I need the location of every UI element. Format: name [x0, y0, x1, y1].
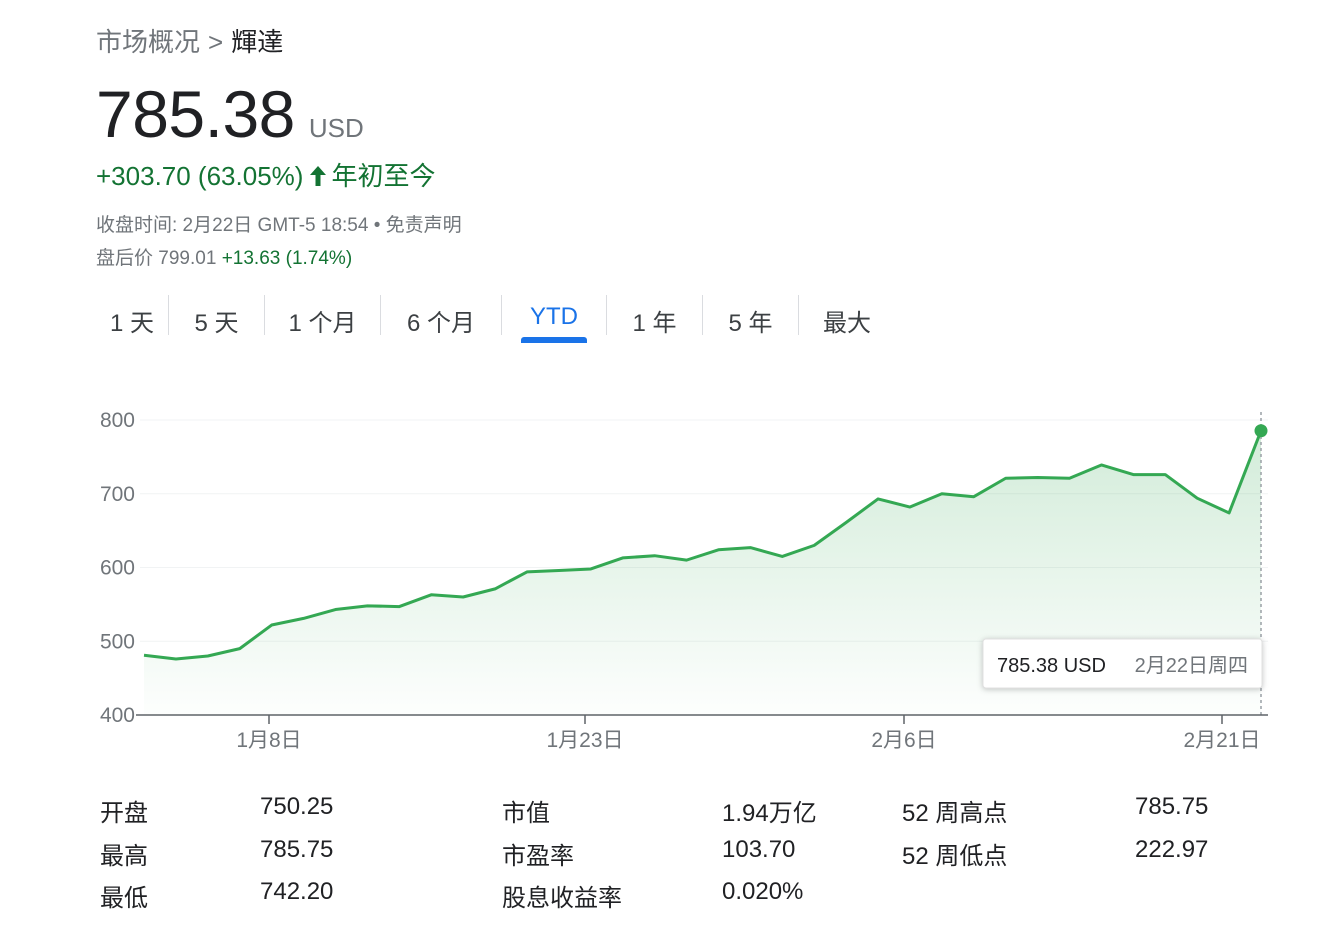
tab-range-0[interactable]: 1 天 [96, 295, 168, 338]
stat-value: 1.94万亿 [722, 800, 817, 827]
stat-label: 开盘 [100, 800, 148, 827]
currency-label: USD [308, 113, 364, 143]
price-chart: 400 500 600 700 800 1月8日 1月23日 2月6日 2月21日 785.38 … [100, 409, 1268, 752]
stat-label: 最低 [100, 885, 148, 912]
after-hours-price: 799.01 [158, 248, 217, 269]
tab-range-1[interactable]: 5 天 [169, 295, 264, 338]
close-time-line: 收盘时间: 2月22日 GMT-5 18:54 • 免责声明 [96, 210, 462, 237]
tab-range-5[interactable]: 1 年 [607, 295, 702, 338]
price-change: +303.70 (63.05%) 年初至今 [96, 156, 435, 194]
change-period: 年初至今 [331, 161, 436, 191]
breadcrumb: 市场概况 > 輝達 [96, 22, 283, 59]
tab-range-3[interactable]: 6 个月 [381, 295, 501, 338]
stat-value: 785.75 [260, 836, 334, 863]
y-tick-label: 500 [100, 630, 135, 653]
stat-value: 750.25 [260, 793, 334, 820]
breadcrumb-separator: > [208, 27, 224, 57]
y-tick-label: 600 [100, 557, 135, 580]
stat-value: 742.20 [260, 878, 334, 905]
close-time: 收盘时间: 2月22日 GMT-5 18:54 [96, 215, 369, 236]
y-tick-label: 800 [100, 409, 135, 432]
change-value: +303.70 (63.05%) [96, 161, 304, 191]
x-tick-label: 1月8日 [236, 729, 301, 752]
tooltip-date: 2月22日周四 [1135, 655, 1248, 677]
tab-range-2[interactable]: 1 个月 [265, 295, 380, 338]
x-tick-label: 2月6日 [871, 729, 936, 752]
x-tick-label: 2月21日 [1183, 729, 1260, 752]
stat-label: 52 周高点 [902, 800, 1008, 827]
range-tabs: 1 天5 天1 个月 6 个月 YTD 1 年5 年最大 [96, 295, 895, 345]
disclaimer-link[interactable]: 免责声明 [386, 215, 462, 236]
chart-tooltip: 785.38 USD 2月22日周四 [982, 638, 1263, 689]
stat-label: 52 周低点 [902, 843, 1008, 870]
stat-label: 市盈率 [502, 843, 574, 870]
stat-label: 市值 [502, 800, 550, 827]
stat-value: 785.75 [1135, 793, 1209, 820]
price-row: 785.38 USD [96, 76, 364, 152]
y-tick-label: 400 [100, 704, 135, 727]
tab-range-7[interactable]: 最大 [799, 295, 895, 338]
arrow-up-icon [309, 163, 327, 194]
meta-dot: • [373, 215, 381, 236]
stat-value: 222.97 [1135, 836, 1209, 863]
current-price: 785.38 [96, 77, 295, 151]
stat-label: 最高 [100, 843, 148, 870]
stat-value: 103.70 [722, 836, 796, 863]
stat-label: 股息收益率 [502, 885, 622, 912]
stat-value: 0.020% [722, 878, 804, 905]
tooltip-value: 785.38 USD [997, 655, 1106, 677]
tab-range-6[interactable]: 5 年 [703, 295, 798, 338]
breadcrumb-parent-link[interactable]: 市场概况 [96, 27, 200, 57]
y-tick-label: 700 [100, 483, 135, 506]
breadcrumb-current: 輝達 [231, 27, 284, 57]
x-tick-label: 1月23日 [546, 729, 623, 752]
last-price-point [1254, 424, 1268, 438]
after-hours-label: 盘后价 [96, 248, 154, 269]
tab-range-4[interactable]: YTD [502, 295, 606, 331]
after-hours-change: +13.63 (1.74%) [221, 248, 353, 269]
after-hours-line: 盘后价 799.01 +13.63 (1.74%) [96, 243, 352, 270]
